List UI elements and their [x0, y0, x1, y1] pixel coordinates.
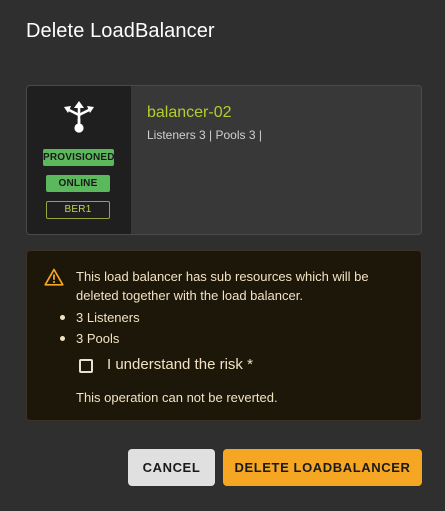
cancel-button[interactable]: CANCEL	[128, 449, 215, 486]
sub-resource-list: 3 Listeners 3 Pools	[60, 307, 140, 349]
delete-loadbalancer-dialog: Delete LoadBalancer PROVISIONED ONLINE B…	[0, 0, 445, 511]
bullet	[60, 315, 65, 320]
warning-alert: This load balancer has sub resources whi…	[26, 250, 422, 421]
delete-loadbalancer-button[interactable]: DELETE LOADBALANCER	[223, 449, 422, 486]
operating-status-badge: ONLINE	[46, 175, 110, 192]
provisioning-status-badge: PROVISIONED	[43, 149, 114, 166]
list-item: 3 Listeners	[60, 307, 140, 328]
list-item-label: 3 Pools	[76, 331, 120, 346]
list-item-label: 3 Listeners	[76, 310, 140, 325]
load-balancer-icon	[64, 101, 94, 133]
loadbalancer-summary: Listeners 3 | Pools 3 |	[147, 128, 262, 142]
loadbalancer-status-panel: PROVISIONED ONLINE BER1	[27, 86, 131, 234]
bullet	[60, 336, 65, 341]
irreversible-notice: This operation can not be reverted.	[76, 390, 278, 405]
list-item: 3 Pools	[60, 328, 140, 349]
loadbalancer-name: balancer-02	[147, 104, 232, 121]
loadbalancer-card: PROVISIONED ONLINE BER1 balancer-02 List…	[26, 85, 422, 235]
warning-triangle-icon	[44, 268, 64, 286]
understand-risk-checkbox[interactable]	[79, 359, 93, 373]
dialog-title: Delete LoadBalancer	[26, 20, 215, 42]
warning-message: This load balancer has sub resources whi…	[76, 269, 369, 303]
region-badge: BER1	[46, 201, 110, 219]
understand-risk-label[interactable]: I understand the risk *	[107, 356, 253, 373]
